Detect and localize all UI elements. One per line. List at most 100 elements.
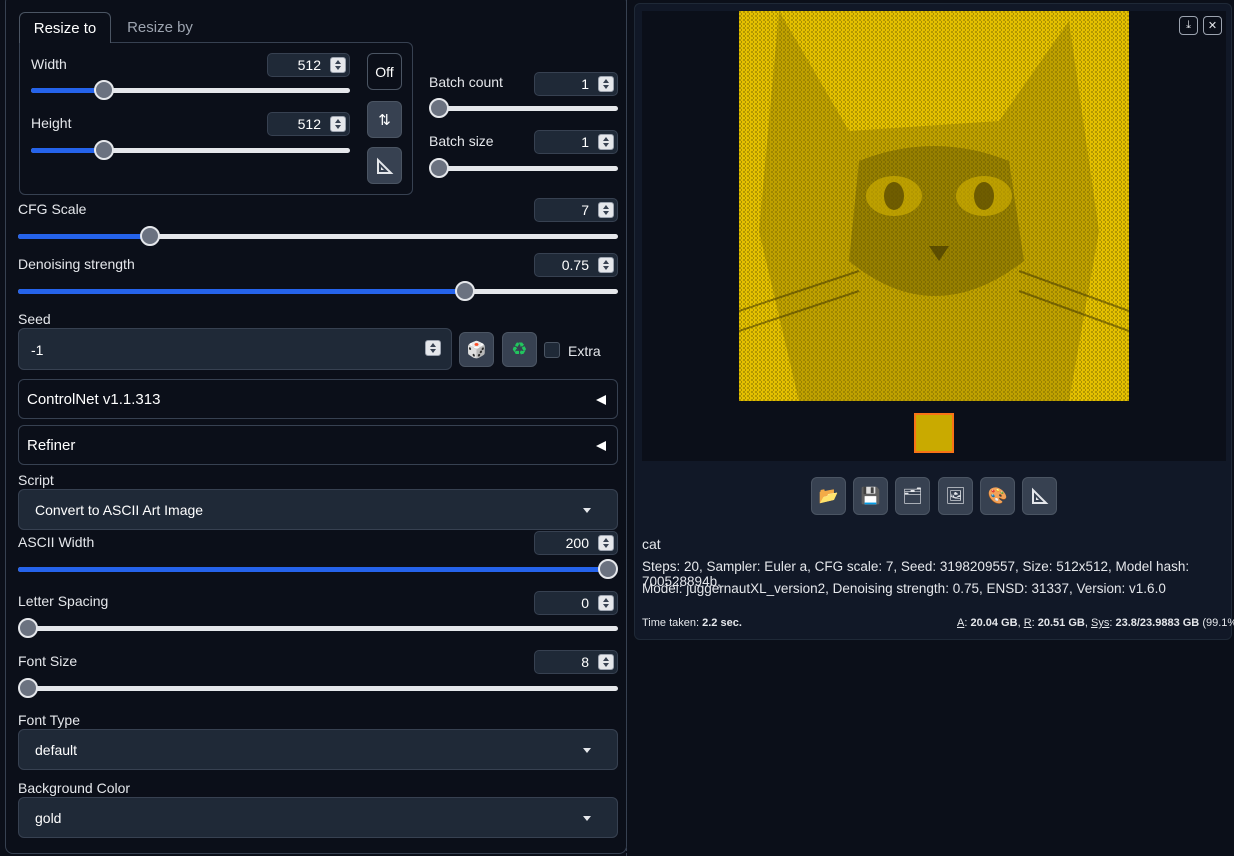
batch-size-slider-thumb[interactable] bbox=[429, 158, 449, 178]
ascii-width-slider-fill bbox=[18, 567, 608, 572]
close-icon: ✕ bbox=[1207, 20, 1218, 32]
chevron-down-icon bbox=[583, 508, 591, 513]
denoising-strength-slider-thumb[interactable] bbox=[455, 281, 475, 301]
width-value: 512 bbox=[297, 57, 321, 73]
download-icon: ⤓ bbox=[1186, 19, 1191, 31]
denoising-strength-value: 0.75 bbox=[561, 257, 589, 273]
refiner-accordion-title: Refiner bbox=[27, 437, 76, 454]
save-button[interactable]: 💾 bbox=[853, 477, 888, 515]
send-to-extras-button[interactable] bbox=[1022, 477, 1057, 515]
script-dropdown[interactable]: Convert to ASCII Art Image bbox=[18, 489, 618, 530]
send-to-inpaint-button[interactable]: 🎨 bbox=[980, 477, 1015, 515]
denoising-strength-spinner-icon[interactable] bbox=[598, 257, 614, 273]
extra-seed-label: Extra bbox=[568, 343, 601, 359]
batch-size-label: Batch size bbox=[429, 133, 494, 149]
batch-size-slider[interactable] bbox=[429, 158, 618, 178]
time-taken: Time taken: 2.2 sec. bbox=[642, 617, 742, 629]
aspect-ratio-button[interactable] bbox=[367, 147, 402, 184]
mem-percent: (99.1%) bbox=[1202, 617, 1234, 629]
ascii-width-spinner-icon[interactable] bbox=[598, 535, 614, 551]
width-spinner-icon[interactable] bbox=[330, 57, 346, 73]
open-folder-button[interactable]: 📂 bbox=[811, 477, 846, 515]
seed-spinner[interactable] bbox=[423, 340, 441, 358]
letter-spacing-spinner-icon[interactable] bbox=[598, 595, 614, 611]
width-label: Width bbox=[31, 56, 67, 72]
width-slider-fill bbox=[31, 88, 105, 93]
controlnet-accordion[interactable]: ControlNet v1.1.313 bbox=[18, 379, 618, 419]
collapse-arrow-icon bbox=[596, 441, 606, 451]
tab-resize-to[interactable]: Resize to bbox=[19, 12, 111, 43]
batch-count-label: Batch count bbox=[429, 74, 503, 90]
denoising-strength-slider[interactable] bbox=[18, 281, 618, 301]
time-taken-label: Time taken: bbox=[642, 617, 700, 629]
reuse-seed-button[interactable]: ♻ bbox=[502, 332, 537, 367]
ruler-icon bbox=[376, 157, 393, 174]
batch-count-slider[interactable] bbox=[429, 98, 618, 118]
cfg-scale-spinner-icon[interactable] bbox=[598, 202, 614, 218]
cfg-scale-value: 7 bbox=[581, 202, 589, 218]
batch-count-spinner-icon[interactable] bbox=[598, 76, 614, 92]
seed-input[interactable]: -1 bbox=[18, 328, 452, 370]
ruler-icon bbox=[1031, 487, 1048, 504]
save-icon: 💾 bbox=[860, 488, 881, 505]
batch-count-number-input[interactable]: 1 bbox=[534, 72, 618, 96]
font-type-label: Font Type bbox=[18, 712, 81, 728]
batch-size-spinner-icon[interactable] bbox=[598, 134, 614, 150]
swap-icon: ⇅ bbox=[378, 111, 391, 129]
background-color-label: Background Color bbox=[18, 780, 131, 796]
mem-a-value: 20.04 GB bbox=[970, 617, 1018, 629]
font-size-label: Font Size bbox=[18, 653, 78, 669]
batch-size-value: 1 bbox=[581, 134, 589, 150]
random-seed-button[interactable]: 🎲 bbox=[459, 332, 494, 367]
cfg-scale-number-input[interactable]: 7 bbox=[534, 198, 618, 222]
cfg-scale-slider[interactable] bbox=[18, 226, 618, 246]
ascii-width-number-input[interactable]: 200 bbox=[534, 531, 618, 555]
height-spinner-icon[interactable] bbox=[330, 116, 346, 132]
batch-size-number-input[interactable]: 1 bbox=[534, 130, 618, 154]
extra-seed-checkbox[interactable] bbox=[544, 342, 560, 358]
font-size-slider-thumb[interactable] bbox=[18, 678, 38, 698]
ascii-width-slider-thumb[interactable] bbox=[598, 559, 618, 579]
batch-count-value: 1 bbox=[581, 76, 589, 92]
gallery-thumbnail[interactable] bbox=[914, 413, 954, 453]
font-size-number-input[interactable]: 8 bbox=[534, 650, 618, 674]
width-slider[interactable] bbox=[31, 80, 350, 100]
cfg-scale-slider-thumb[interactable] bbox=[140, 226, 160, 246]
generated-image[interactable] bbox=[739, 11, 1129, 401]
image-icon: 🖼 bbox=[945, 488, 966, 505]
palette-icon: 🎨 bbox=[987, 488, 1008, 505]
denoising-strength-slider-fill bbox=[18, 289, 465, 294]
ascii-width-slider[interactable] bbox=[18, 559, 618, 579]
recycle-icon: ♻ bbox=[511, 339, 528, 359]
letter-spacing-slider-thumb[interactable] bbox=[18, 618, 38, 638]
memory-usage: A: 20.04 GB, R: 20.51 GB, Sys: 23.8/23.9… bbox=[957, 617, 1234, 629]
swap-dimensions-button[interactable]: ⇅ bbox=[367, 101, 402, 138]
batch-count-slider-thumb[interactable] bbox=[429, 98, 449, 118]
zip-button[interactable]: 🗂 bbox=[895, 477, 930, 515]
script-label: Script bbox=[18, 472, 54, 488]
resize-tab-panel bbox=[19, 42, 413, 195]
width-number-input[interactable]: 512 bbox=[267, 53, 350, 77]
tab-resize-by[interactable]: Resize by bbox=[118, 12, 202, 43]
denoising-strength-number-input[interactable]: 0.75 bbox=[534, 253, 618, 277]
height-label: Height bbox=[31, 115, 72, 131]
background-color-dropdown[interactable]: gold bbox=[18, 797, 618, 838]
refiner-accordion[interactable]: Refiner bbox=[18, 425, 618, 465]
font-type-dropdown[interactable]: default bbox=[18, 729, 618, 770]
send-to-img2img-button[interactable]: 🖼 bbox=[938, 477, 973, 515]
letter-spacing-number-input[interactable]: 0 bbox=[534, 591, 618, 615]
font-size-slider[interactable] bbox=[18, 678, 618, 698]
download-button[interactable]: ⤓ bbox=[1179, 16, 1198, 35]
letter-spacing-slider[interactable] bbox=[18, 618, 618, 638]
cfg-scale-label: CFG Scale bbox=[18, 201, 87, 217]
background-color-dropdown-value: gold bbox=[35, 810, 62, 826]
seed-spinner-icon[interactable] bbox=[425, 340, 441, 356]
close-image-button[interactable]: ✕ bbox=[1203, 16, 1222, 35]
height-number-input[interactable]: 512 bbox=[267, 112, 350, 136]
off-button[interactable]: Off bbox=[367, 53, 402, 90]
mem-a-label: A bbox=[957, 617, 965, 629]
collapse-arrow-icon bbox=[596, 395, 606, 405]
font-size-spinner-icon[interactable] bbox=[598, 654, 614, 670]
height-slider[interactable] bbox=[31, 140, 350, 160]
output-prompt: cat bbox=[642, 536, 661, 552]
